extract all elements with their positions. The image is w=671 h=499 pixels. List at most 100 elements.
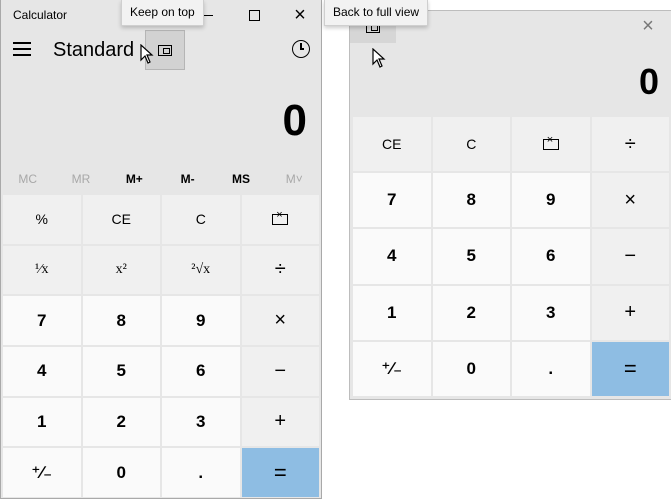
key-5[interactable]: 8 xyxy=(432,173,510,228)
key-21[interactable]: 0 xyxy=(82,448,160,497)
memory-button-0: MC xyxy=(18,172,37,186)
key-label: 8 xyxy=(116,310,126,330)
history-icon[interactable] xyxy=(292,40,310,58)
key-17[interactable]: 0 xyxy=(432,341,510,396)
key-4[interactable]: ¹⁄x xyxy=(3,245,81,295)
hamburger-menu-icon[interactable] xyxy=(13,42,31,56)
key-13[interactable]: 5 xyxy=(82,347,160,396)
key-5[interactable]: x² xyxy=(82,245,160,295)
key-12[interactable]: 1 xyxy=(353,285,431,340)
key-label: 0 xyxy=(116,462,126,482)
memory-button-3[interactable]: M- xyxy=(161,170,214,192)
backspace-icon xyxy=(272,209,289,225)
keep-on-top-tooltip: Keep on top xyxy=(121,0,204,26)
backspace-icon xyxy=(542,134,559,150)
key-7[interactable]: × xyxy=(591,173,669,228)
key-label: ÷ xyxy=(274,258,286,281)
key-label: ⁺∕₋ xyxy=(31,462,53,482)
key-label: ¹⁄x xyxy=(34,261,49,277)
key-4[interactable]: 7 xyxy=(353,173,431,228)
key-13[interactable]: 2 xyxy=(432,285,510,340)
key-22[interactable]: . xyxy=(162,448,240,497)
key-6[interactable]: 9 xyxy=(512,173,590,228)
key-1[interactable]: C xyxy=(432,117,510,172)
memory-button-4[interactable]: MS xyxy=(214,170,267,192)
keep-on-top-icon xyxy=(158,44,172,56)
key-label: 4 xyxy=(387,246,397,266)
key-19[interactable]: = xyxy=(591,341,669,396)
result-display: 0 xyxy=(282,96,307,145)
key-20[interactable]: ⁺∕₋ xyxy=(3,448,81,497)
key-label: 1 xyxy=(387,302,397,322)
key-label: + xyxy=(624,301,637,324)
key-label: . xyxy=(548,358,554,378)
key-2[interactable] xyxy=(512,117,590,172)
key-7[interactable]: ÷ xyxy=(241,245,319,295)
calculator-window-standard: Calculator × Standard 0 MC MR M+ M- MS M˅ % CE… xyxy=(0,0,322,499)
key-label: 5 xyxy=(466,246,476,266)
result-display-compact: 0 xyxy=(638,61,659,102)
key-3[interactable] xyxy=(241,195,319,244)
close-button-compact[interactable]: × xyxy=(625,11,671,41)
key-label: CE xyxy=(382,136,402,153)
memory-button-1: MR xyxy=(71,172,91,186)
key-8[interactable]: 4 xyxy=(353,229,431,284)
key-8[interactable]: 7 xyxy=(3,296,81,345)
key-label: 8 xyxy=(466,190,476,210)
key-label: 3 xyxy=(546,302,556,322)
key-label: × xyxy=(624,188,637,211)
key-14[interactable]: 6 xyxy=(162,347,240,396)
key-10[interactable]: 9 xyxy=(162,296,240,345)
key-label: 6 xyxy=(546,246,556,266)
key-11[interactable]: − xyxy=(591,229,669,284)
maximize-icon xyxy=(248,9,260,21)
key-12[interactable]: 4 xyxy=(3,347,81,396)
key-label: C xyxy=(466,136,477,153)
key-18[interactable]: 3 xyxy=(162,397,240,447)
key-label: 1 xyxy=(37,411,47,431)
key-17[interactable]: 2 xyxy=(82,397,160,447)
close-icon: × xyxy=(294,4,306,26)
key-label: + xyxy=(274,410,287,433)
key-label: CE xyxy=(111,211,131,228)
close-button[interactable]: × xyxy=(277,0,323,30)
window-title: Calculator xyxy=(13,8,68,22)
key-14[interactable]: 3 xyxy=(512,285,590,340)
key-label: 7 xyxy=(387,190,397,210)
key-9[interactable]: 8 xyxy=(82,296,160,345)
key-23[interactable]: = xyxy=(241,448,319,497)
key-label: 4 xyxy=(37,361,47,381)
mode-title: Standard xyxy=(53,39,135,61)
keypad: % CE C ¹⁄x x² ²√x ÷ 7 8 9 × 4 5 6 − 1 2 3 + ⁺∕₋ 0. = xyxy=(3,195,319,497)
key-2[interactable]: C xyxy=(162,195,240,244)
key-16[interactable]: 1 xyxy=(3,397,81,447)
key-label: 2 xyxy=(466,302,476,322)
key-label: = xyxy=(273,459,287,485)
key-3[interactable]: ÷ xyxy=(591,117,669,172)
key-0[interactable]: % xyxy=(3,195,81,244)
key-label: C xyxy=(195,211,206,228)
key-1[interactable]: CE xyxy=(82,195,160,244)
key-16[interactable]: ⁺∕₋ xyxy=(353,341,431,396)
key-label: − xyxy=(624,244,637,267)
minimize-icon xyxy=(203,14,213,16)
key-label: ÷ xyxy=(624,132,636,155)
back-to-full-view-tooltip: Back to full view xyxy=(324,0,429,26)
key-11[interactable]: × xyxy=(241,296,319,345)
memory-button-2[interactable]: M+ xyxy=(108,170,161,192)
key-18[interactable]: . xyxy=(512,341,590,396)
key-label: 7 xyxy=(37,310,47,330)
key-15[interactable]: + xyxy=(591,285,669,340)
maximize-button[interactable] xyxy=(231,0,277,30)
key-6[interactable]: ²√x xyxy=(162,245,240,295)
key-label: x² xyxy=(115,261,127,277)
key-9[interactable]: 5 xyxy=(432,229,510,284)
key-label: 6 xyxy=(196,361,206,381)
key-label: × xyxy=(274,309,287,332)
key-label: 3 xyxy=(196,411,206,431)
key-15[interactable]: − xyxy=(241,347,319,396)
calculator-window-compact: × 0 CE C ÷ 7 8 9 × 4 5 6 − 1 2 3 + ⁺∕₋ 0. = xyxy=(349,10,671,400)
key-0[interactable]: CE xyxy=(353,117,431,172)
key-10[interactable]: 6 xyxy=(512,229,590,284)
key-19[interactable]: + xyxy=(241,397,319,447)
